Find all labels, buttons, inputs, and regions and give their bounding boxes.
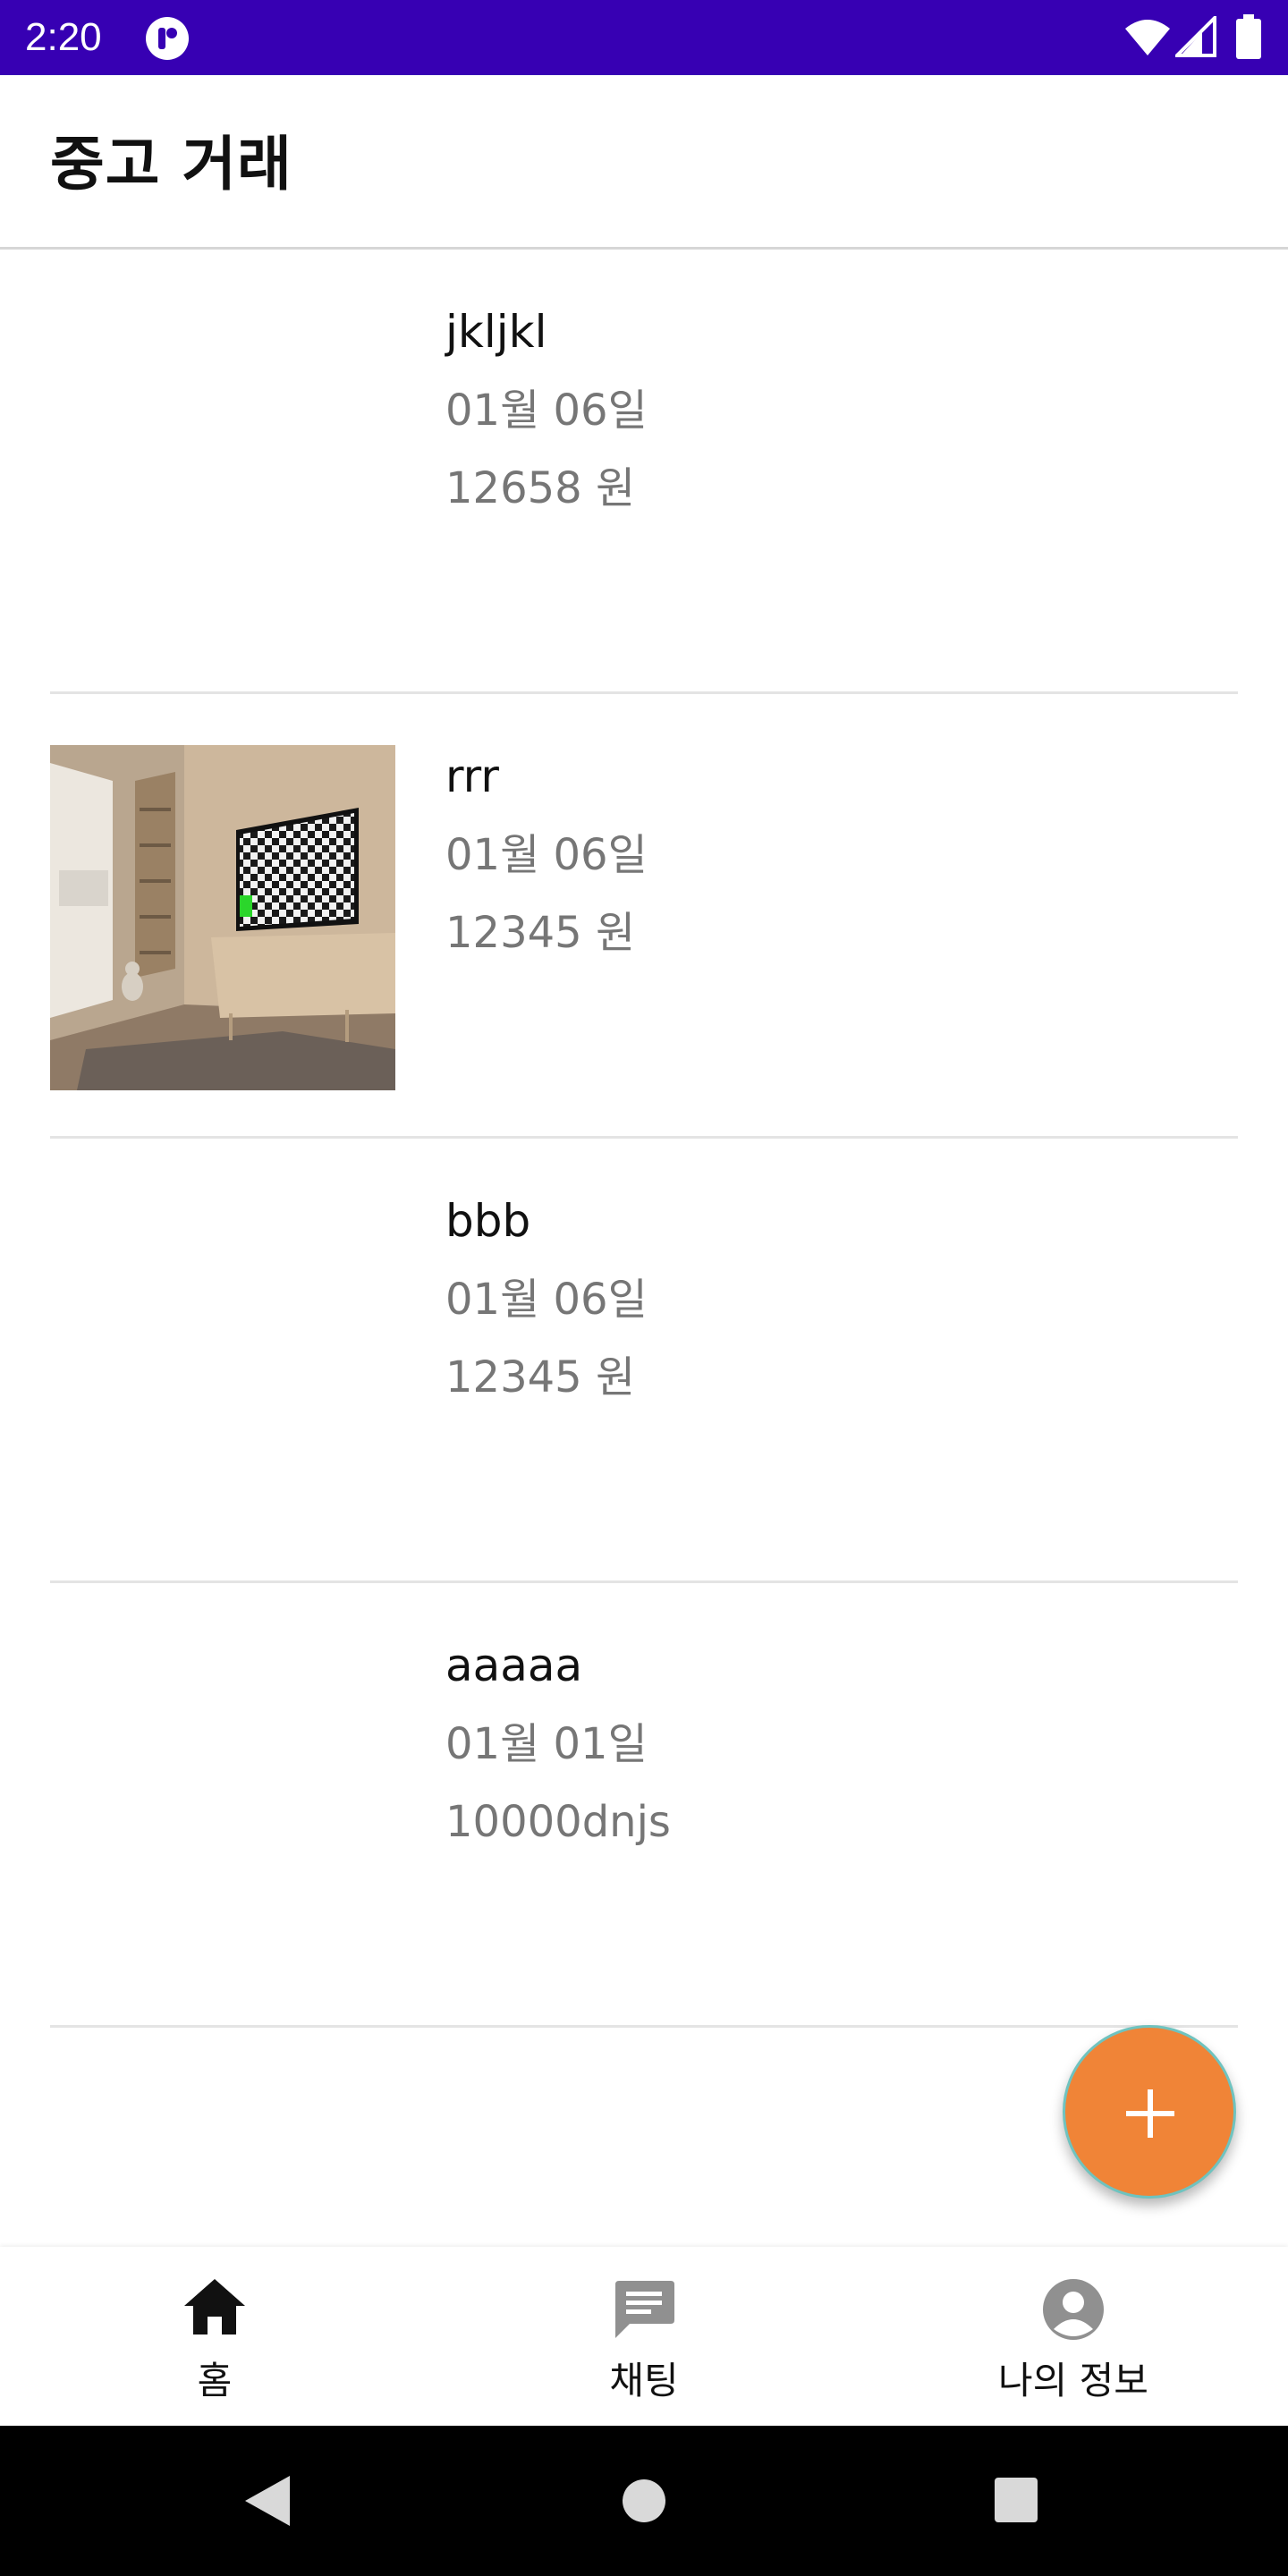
nav-item-chat[interactable]: 채팅 [429, 2247, 859, 2426]
list-divider [50, 2025, 1238, 2028]
item-price: 12345 원 [445, 1352, 636, 1402]
item-name: rrr [445, 750, 499, 802]
item-name: jkljkl [445, 306, 547, 358]
chat-icon [615, 2281, 674, 2338]
account-icon [1043, 2279, 1104, 2340]
add-item-button[interactable] [1063, 2025, 1236, 2199]
nav-label-profile: 나의 정보 [998, 2359, 1148, 2402]
item-thumbnail-image[interactable] [50, 745, 395, 1090]
item-price: 10000dnjs [445, 1797, 671, 1847]
item-list: jkljkl 01월 06일 12658 원 rrr 01월 06일 12345… [0, 250, 1288, 2028]
status-time: 2:20 [25, 15, 102, 59]
item-name: bbb [445, 1195, 531, 1247]
battery-icon [1236, 14, 1261, 59]
wifi-icon [1125, 20, 1170, 55]
signal-icon [1175, 16, 1216, 57]
home-icon [184, 2279, 245, 2334]
item-date: 01월 06일 [445, 386, 648, 436]
item-price: 12658 원 [445, 463, 636, 513]
home-circle-icon[interactable] [621, 2426, 667, 2576]
app-notification-icon [146, 17, 189, 60]
item-date: 01월 06일 [445, 830, 648, 880]
status-bar: 2:20 [0, 0, 1288, 75]
recents-icon[interactable] [993, 2426, 1039, 2576]
nav-label-home: 홈 [197, 2359, 233, 2402]
system-navigation-bar [0, 2426, 1288, 2576]
item-name: aaaaa [445, 1640, 583, 1691]
page-title: 중고 거래 [50, 130, 292, 199]
list-item[interactable]: bbb 01월 06일 12345 원 [0, 1139, 1288, 1583]
item-date: 01월 01일 [445, 1719, 648, 1769]
nav-item-home[interactable]: 홈 [0, 2247, 429, 2426]
nav-label-chat: 채팅 [609, 2359, 679, 2402]
item-price: 12345 원 [445, 908, 636, 958]
app-bar: 중고 거래 [0, 75, 1288, 247]
back-icon[interactable] [242, 2426, 295, 2576]
list-item[interactable]: jkljkl 01월 06일 12658 원 [0, 250, 1288, 694]
bottom-navigation: 홈 채팅 나의 정보 [0, 2247, 1288, 2426]
item-date: 01월 06일 [445, 1275, 648, 1325]
list-item[interactable]: aaaaa 01월 01일 10000dnjs [0, 1583, 1288, 2028]
nav-item-profile[interactable]: 나의 정보 [859, 2247, 1288, 2426]
